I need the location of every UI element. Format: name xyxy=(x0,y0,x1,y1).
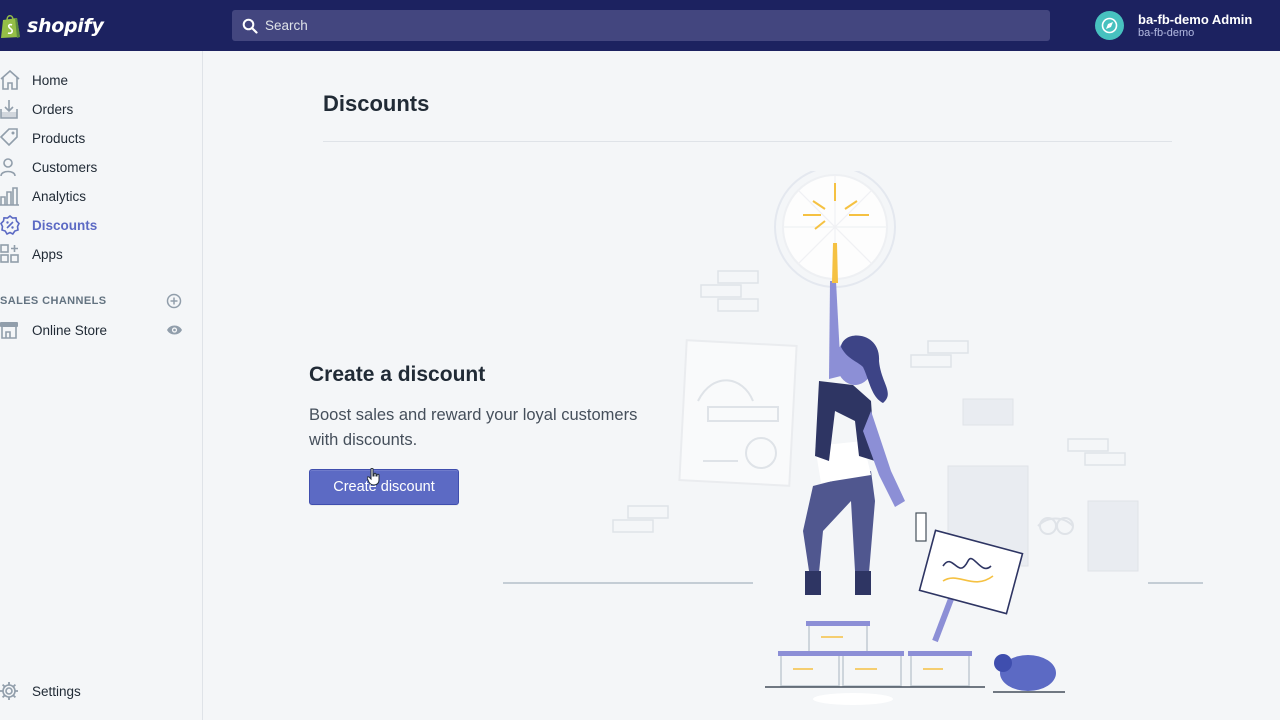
sidebar: Home Orders Products Customers Analytics… xyxy=(0,51,203,720)
tag-icon xyxy=(0,128,18,147)
top-bar: shopify ba-fb-demo Admin ba-fb-demo xyxy=(0,0,1280,51)
discount-illustration xyxy=(503,171,1203,705)
sidebar-item-label: Orders xyxy=(32,101,74,117)
compass-icon xyxy=(1101,17,1118,34)
sidebar-item-label: Discounts xyxy=(32,217,98,233)
hand-cursor-icon xyxy=(367,468,380,486)
sidebar-item-apps[interactable]: Apps xyxy=(0,241,200,267)
add-channel-icon[interactable] xyxy=(166,293,182,309)
empty-state-heading: Create a discount xyxy=(309,363,486,386)
page-title: Discounts xyxy=(323,91,430,116)
create-discount-button[interactable]: Create discount xyxy=(309,469,459,505)
sidebar-item-label: Home xyxy=(32,72,69,88)
title-divider xyxy=(323,141,1172,142)
sidebar-item-label: Products xyxy=(32,130,86,146)
search-icon xyxy=(242,18,258,34)
store-icon xyxy=(0,322,18,339)
sidebar-item-label: Customers xyxy=(32,159,98,175)
sidebar-item-label: Analytics xyxy=(32,188,87,204)
main-content: Discounts Create a discount Boost sales … xyxy=(203,51,1280,720)
apps-icon xyxy=(0,244,19,263)
sales-channels-title: SALES CHANNELS xyxy=(0,295,107,307)
sidebar-item-settings[interactable]: Settings xyxy=(0,678,200,704)
sidebar-item-products[interactable]: Products xyxy=(0,125,200,151)
brand-name: shopify xyxy=(27,14,104,37)
sidebar-item-customers[interactable]: Customers xyxy=(0,154,200,180)
gear-icon xyxy=(0,682,18,700)
search-bar[interactable] xyxy=(232,10,1050,41)
discount-icon xyxy=(0,215,20,235)
sidebar-item-label: Online Store xyxy=(32,322,108,338)
person-icon xyxy=(0,158,16,177)
eye-icon[interactable] xyxy=(166,323,183,337)
orders-icon xyxy=(0,100,18,119)
bar-chart-icon xyxy=(0,187,19,206)
home-icon xyxy=(0,70,20,90)
search-input[interactable] xyxy=(265,18,1025,33)
sidebar-item-label: Settings xyxy=(32,683,81,699)
sidebar-item-discounts[interactable]: Discounts xyxy=(0,212,200,238)
sidebar-item-orders[interactable]: Orders xyxy=(0,96,200,122)
sidebar-item-home[interactable]: Home xyxy=(0,67,200,93)
sidebar-item-label: Apps xyxy=(32,246,63,262)
shopify-bag-icon xyxy=(1,14,20,38)
shopify-logo[interactable]: shopify xyxy=(0,0,203,51)
sidebar-item-analytics[interactable]: Analytics xyxy=(0,183,200,209)
account-name: ba-fb-demo Admin xyxy=(1138,11,1253,27)
avatar xyxy=(1095,11,1124,40)
account-menu[interactable]: ba-fb-demo Admin ba-fb-demo xyxy=(1081,0,1280,51)
store-name: ba-fb-demo xyxy=(1138,26,1195,39)
